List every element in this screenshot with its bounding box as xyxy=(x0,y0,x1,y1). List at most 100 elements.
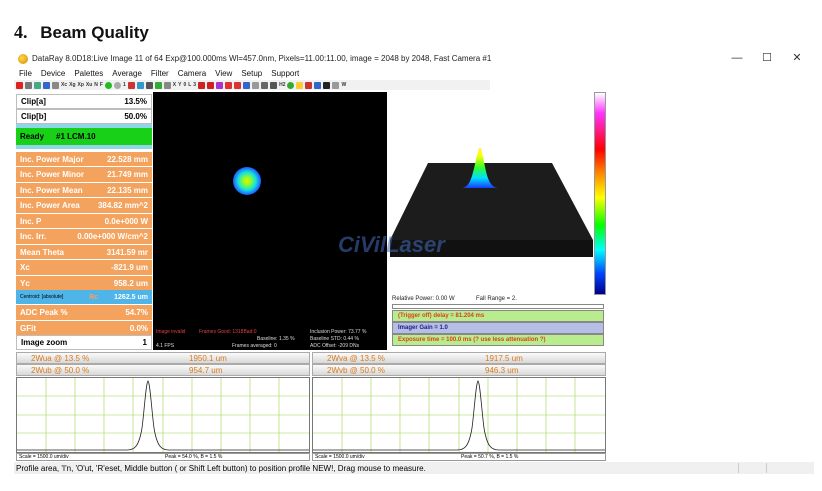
measure-icon[interactable] xyxy=(261,81,269,89)
section-title: Beam Quality xyxy=(40,23,149,42)
profile-plot-right[interactable] xyxy=(312,377,606,453)
toolbar-3[interactable]: 3 xyxy=(193,82,196,88)
chart-icon[interactable] xyxy=(314,81,322,89)
clip-b-row[interactable]: Clip[b] 50.0% xyxy=(16,109,152,124)
watermark-logo: CiVilLaser xyxy=(338,232,445,257)
toolbar-x[interactable]: X xyxy=(173,82,176,88)
toolbar-xc[interactable]: Xc xyxy=(61,82,67,88)
open-icon[interactable] xyxy=(34,81,41,89)
zoom-icon[interactable] xyxy=(243,81,251,89)
relative-power-text: Relative Power: 0.00 W xyxy=(392,296,455,302)
metric-row[interactable]: Inc. Power Area 384.82 mm^2 xyxy=(16,197,152,213)
profile-left-svg xyxy=(17,378,309,452)
metric-row[interactable]: Inc. Power Mean 22.135 mm xyxy=(16,182,152,197)
image-zoom-row[interactable]: Image zoom 1 xyxy=(16,335,152,350)
image-zoom-label: Image zoom xyxy=(21,338,68,347)
toolbar-h2[interactable]: H2 xyxy=(279,82,285,88)
pencil-icon[interactable] xyxy=(25,81,32,89)
save-icon[interactable] xyxy=(43,81,50,89)
camera-image-view[interactable]: Image invalid Frames Good: 1318Bad:0 Bas… xyxy=(153,92,387,350)
grid-left xyxy=(17,378,309,452)
clip-a-row[interactable]: Clip[a] 13.5% xyxy=(16,94,152,109)
profile-plot-left[interactable] xyxy=(16,377,310,453)
menu-support[interactable]: Support xyxy=(271,69,299,78)
metric-row[interactable]: Inc. Irr. 0.00e+000 W/cm^2 xyxy=(16,228,152,244)
wvb-label: 2Wvb @ 50.0 % xyxy=(327,365,385,375)
metric-row[interactable]: Mean Theta 3141.59 mr xyxy=(16,244,152,259)
menu-file[interactable]: File xyxy=(19,69,32,78)
toolbar-y[interactable]: Y xyxy=(178,82,181,88)
black-square-icon[interactable] xyxy=(323,81,331,89)
plus-icon[interactable] xyxy=(287,81,295,89)
gfit-row[interactable]: GFit 0.0% xyxy=(16,320,152,335)
arrow-up-icon[interactable] xyxy=(16,81,23,89)
toolbar-w[interactable]: W xyxy=(341,82,346,88)
3d-plane xyxy=(390,163,593,240)
lock-icon[interactable] xyxy=(145,81,153,89)
record-icon[interactable] xyxy=(198,81,206,89)
clip-b-label: Clip[b] xyxy=(21,112,47,121)
toolbar-n[interactable]: N xyxy=(94,82,98,88)
menu-view[interactable]: View xyxy=(215,69,232,78)
maximize-button[interactable]: ☐ xyxy=(752,50,782,67)
baseline-text: Baseline: 1.35 % xyxy=(257,336,295,342)
adc-peak-row[interactable]: ADC Peak % 54.7% xyxy=(16,304,152,320)
toolbar-xu[interactable]: Xu xyxy=(86,82,92,88)
metric-label: Inc. Power Area xyxy=(20,201,80,210)
target-icon[interactable] xyxy=(207,81,215,89)
image-invalid-text: Image invalid xyxy=(156,329,186,335)
menu-setup[interactable]: Setup xyxy=(241,69,262,78)
arrow-right-icon[interactable] xyxy=(234,81,242,89)
exposure-bar[interactable]: Exposure time = 100.0 ms (? use less att… xyxy=(392,334,604,346)
menu-device[interactable]: Device xyxy=(41,69,65,78)
export-icon[interactable] xyxy=(332,81,340,89)
menu-camera[interactable]: Camera xyxy=(178,69,206,78)
frames-good-text: Frames Good: 1318Bad:0 xyxy=(199,329,257,335)
toolbar-f[interactable]: F xyxy=(100,82,103,88)
status-bar: Profile area, 'I'n, 'O'ut, 'R'eset, Midd… xyxy=(14,462,814,474)
color-palette-bar[interactable] xyxy=(594,92,606,295)
centroid-row[interactable]: Centroid: [absolute] Rc 1262.5 um xyxy=(16,290,152,304)
minimize-button[interactable]: — xyxy=(722,50,752,67)
3d-plot-svg xyxy=(390,147,593,257)
toolbar-0[interactable]: 0 xyxy=(183,82,186,88)
run-icon[interactable] xyxy=(104,81,112,89)
print2-icon[interactable] xyxy=(270,81,278,89)
view-icon[interactable] xyxy=(136,81,144,89)
profile-right-footer: Scale = 1500.0 um/div Peak = 50.7 %, B =… xyxy=(312,453,606,461)
imager-gain-bar[interactable]: Imager Gain = 1.0 xyxy=(392,322,604,334)
metric-row[interactable]: Inc. Power Major 22.528 mm xyxy=(16,151,152,166)
wva-label: 2Wva @ 13.5 % xyxy=(327,353,385,363)
toolbar-xp[interactable]: Xp xyxy=(78,82,84,88)
peak-right: Peak = 50.7 %, B = 1.5 % xyxy=(461,454,519,460)
trigger-bar[interactable]: (Trigger off) delay = 81.204 ms xyxy=(392,310,604,322)
menu-filter[interactable]: Filter xyxy=(151,69,169,78)
palette-icon[interactable] xyxy=(216,81,224,89)
toolbar-l[interactable]: L xyxy=(188,82,191,88)
clip-b-value: 50.0% xyxy=(124,112,147,121)
menu-average[interactable]: Average xyxy=(112,69,142,78)
page: 4. Beam Quality DataRay 8.0D18:Live Imag… xyxy=(0,0,822,491)
alert-icon[interactable] xyxy=(305,81,313,89)
window-icon[interactable] xyxy=(163,81,171,89)
metric-row[interactable]: Inc. Power Minor 21.749 mm xyxy=(16,166,152,182)
arrow-left-icon[interactable] xyxy=(225,81,233,89)
grid-icon[interactable] xyxy=(154,81,162,89)
toolbar-xg[interactable]: Xg xyxy=(69,82,75,88)
bulb-icon[interactable] xyxy=(296,81,304,89)
metric-label: Inc. Power Mean xyxy=(20,185,83,195)
stop-icon[interactable] xyxy=(113,81,121,89)
toolbar-1[interactable]: 1 xyxy=(123,82,126,88)
settings-icon[interactable] xyxy=(252,81,260,89)
metric-row[interactable]: Inc. P 0.0e+000 W xyxy=(16,213,152,228)
metric-row[interactable]: Yc 958.2 um xyxy=(16,275,152,290)
print-icon[interactable] xyxy=(52,81,59,89)
wub-value: 954.7 um xyxy=(189,365,223,375)
separator-bar-2 xyxy=(16,145,152,149)
status-row[interactable]: Ready #1 LCM.10 xyxy=(16,128,152,145)
beam-3d-plot[interactable] xyxy=(390,92,593,295)
metric-row[interactable]: Xc -821.9 um xyxy=(16,259,152,275)
close-button[interactable]: ✕ xyxy=(782,50,812,67)
camera-icon[interactable] xyxy=(127,81,135,89)
menu-palettes[interactable]: Palettes xyxy=(74,69,103,78)
